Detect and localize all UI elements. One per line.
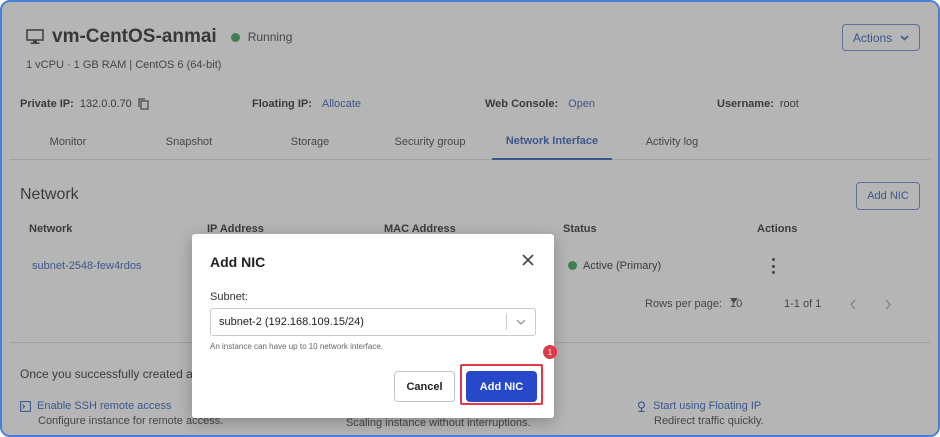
step-badge: 1: [543, 345, 557, 359]
vm-detail-page: vm-CentOS-anmai Running 1 vCPU · 1 GB RA…: [2, 2, 938, 435]
subnet-select[interactable]: subnet-2 (192.168.109.15/24): [210, 308, 536, 336]
subnet-value: subnet-2 (192.168.109.15/24): [219, 316, 364, 328]
window-frame: vm-CentOS-anmai Running 1 vCPU · 1 GB RA…: [0, 0, 940, 437]
highlight-box: [460, 364, 543, 405]
helper-text: An instance can have up to 10 network in…: [210, 342, 383, 351]
chevron-down-icon: [516, 319, 526, 325]
subnet-label: Subnet:: [210, 291, 248, 303]
cancel-button[interactable]: Cancel: [394, 371, 455, 402]
select-separator: [506, 314, 507, 330]
dialog-title: Add NIC: [210, 254, 266, 270]
close-icon[interactable]: [522, 254, 534, 266]
